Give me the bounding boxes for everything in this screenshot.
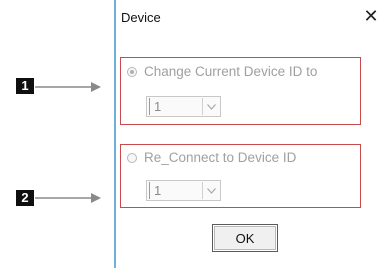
- device-id-value: 1: [149, 182, 202, 199]
- radio-change-device-id[interactable]: Change Current Device ID to: [127, 64, 317, 79]
- radio-label-reconnect-device-id: Re_Connect to Device ID: [144, 150, 297, 165]
- device-id-value: 1: [149, 98, 202, 115]
- callout-badge-1: 1: [16, 78, 34, 94]
- ok-button[interactable]: OK: [212, 224, 278, 252]
- arrow-right-icon: [35, 82, 101, 92]
- radio-button-unselected[interactable]: [127, 152, 137, 163]
- screenshot-canvas: Device ✕ Change Current Device ID to 1 R…: [0, 0, 387, 268]
- radio-button-selected[interactable]: [127, 66, 137, 77]
- chevron-down-icon[interactable]: [202, 98, 219, 115]
- radio-reconnect-device-id[interactable]: Re_Connect to Device ID: [127, 150, 296, 165]
- callout-badge-2: 2: [16, 190, 34, 206]
- chevron-down-icon[interactable]: [202, 182, 219, 199]
- device-id-select-reconnect[interactable]: 1: [146, 180, 221, 201]
- device-id-select-change[interactable]: 1: [146, 96, 221, 117]
- close-icon[interactable]: ✕: [360, 5, 382, 27]
- dialog-title: Device: [121, 10, 161, 25]
- dialog-border: [114, 0, 116, 268]
- radio-label-change-device-id: Change Current Device ID to: [144, 64, 318, 79]
- arrow-right-icon: [35, 193, 101, 203]
